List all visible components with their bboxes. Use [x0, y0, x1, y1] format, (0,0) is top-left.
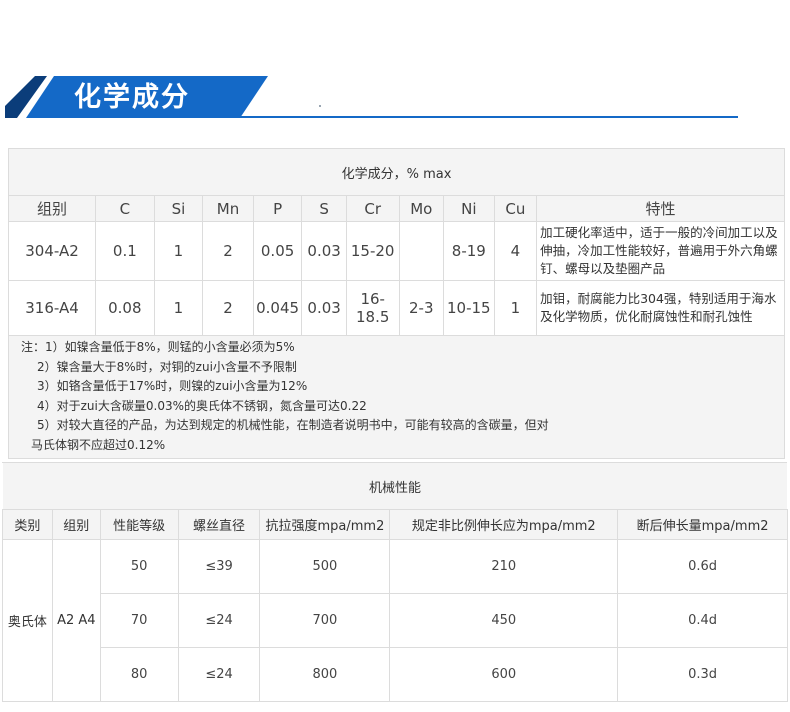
table-header-row: 类别 组别 性能等级 螺丝直径 抗拉强度mpa/mm2 规定非比例伸长应为mpa…: [2, 509, 788, 540]
note-line: 4）对于zui大含碳量0.03%的奥氏体不锈钢，氮含量可达0.22: [37, 398, 367, 413]
table-cell: ≤24: [177, 593, 261, 648]
table-caption: 化学成分，% max: [8, 148, 785, 196]
table-cell: 210: [389, 539, 619, 594]
notes-row: 注：1）如镍含量低于8%，则锰的小含量必须为5% 2）镍含量大于8%时，对铜的z…: [8, 335, 785, 459]
table-cell: 304-A2: [8, 221, 96, 281]
table-cell: 0.05: [252, 221, 303, 281]
table-cell: 8-19: [443, 221, 495, 281]
table-cell: 80: [99, 647, 179, 702]
table-cell: 0.08: [95, 280, 155, 336]
table-cell: 1: [493, 280, 538, 336]
table-cell: 4: [493, 221, 538, 281]
note-line: 5）对较大直径的产品，为达到规定的机械性能，在制造者说明书中，可能有较高的含碳量…: [37, 418, 549, 432]
notes-cell: 注：1）如镍含量低于8%，则锰的小含量必须为5% 2）镍含量大于8%时，对铜的z…: [8, 335, 785, 459]
column-header: 性能等级: [99, 509, 179, 540]
table-cell: 16-18.5: [345, 280, 400, 336]
category-cell: 奥氏体: [2, 539, 53, 702]
column-header: 组别: [8, 195, 96, 222]
table-cell: 0.03: [301, 221, 347, 281]
table-cell: 0.045: [252, 280, 303, 336]
table-cell: 600: [389, 647, 619, 702]
page-title: 化学成分: [74, 82, 190, 113]
mechanical-properties-table: 机械性能 类别 组别 性能等级 螺丝直径 抗拉强度mpa/mm2 规定非比例伸长…: [2, 462, 788, 702]
column-header: 螺丝直径: [177, 509, 261, 540]
column-header: 特性: [536, 195, 785, 222]
note-line: 3）如铬含量低于17%时，则镍的zui小含量为12%: [37, 379, 308, 393]
table-cell: 500: [259, 539, 391, 594]
table-cell: 2: [202, 221, 254, 281]
table-cell: 15-20: [345, 221, 400, 281]
table-row: 304-A2 0.1 1 2 0.05 0.03 15-20 8-19 4 加工…: [8, 221, 785, 281]
table-row: 316-A4 0.08 1 2 0.045 0.03 16-18.5 2-3 1…: [8, 280, 785, 336]
table-caption-row: 机械性能: [2, 462, 788, 510]
column-header: Mo: [398, 195, 445, 222]
table-row: 奥氏体 A2 A4 50 ≤39 500 210 0.6d: [2, 539, 788, 702]
table-row: 70 ≤24 700 450 0.4d: [3, 593, 788, 648]
group-cell: A2 A4: [51, 539, 101, 702]
table-cell: 1: [153, 280, 204, 336]
column-header: Si: [153, 195, 204, 222]
table-cell: 0.3d: [617, 647, 788, 702]
column-header: 类别: [2, 509, 53, 540]
table-cell: 316-A4: [8, 280, 96, 336]
table-cell: 0.4d: [617, 593, 788, 648]
table-header-row: 组别 C Si Mn P S Cr Mo Ni Cu 特性: [8, 195, 785, 222]
table-cell: 450: [389, 593, 619, 648]
column-header: Mn: [202, 195, 254, 222]
table-cell: ≤24: [177, 647, 261, 702]
chemical-composition-table: 化学成分，% max 组别 C Si Mn P S Cr Mo Ni Cu 特性…: [8, 148, 785, 459]
table-cell: [398, 221, 445, 281]
column-header: 断后伸长量mpa/mm2: [617, 509, 788, 540]
note-line: 2）镍含量大于8%时，对铜的zui小含量不予限制: [37, 359, 297, 374]
section-banner: 化学成分: [0, 0, 790, 130]
column-header: C: [95, 195, 155, 222]
table-cell: 0.03: [301, 280, 347, 336]
note-line: 马氏体钢不应超过0.12%: [31, 437, 166, 452]
table-caption-row: 化学成分，% max: [8, 148, 785, 196]
banner-dot: [319, 105, 321, 107]
table-cell: 700: [259, 593, 391, 648]
table-caption: 机械性能: [2, 462, 788, 510]
banner-underline: [240, 116, 738, 118]
property-cell: 加工硬化率适中，适于一般的冷间加工以及伸抽，冷加工性能较好，普遍用于外六角螺钉、…: [536, 221, 785, 281]
table-cell: 800: [259, 647, 391, 702]
column-header: 组别: [51, 509, 101, 540]
table-cell: 50: [99, 539, 179, 594]
note-line: 注：1）如镍含量低于8%，则锰的小含量必须为5%: [21, 340, 295, 354]
column-header: 规定非比例伸长应为mpa/mm2: [389, 509, 619, 540]
column-header: P: [252, 195, 303, 222]
column-header: Cu: [493, 195, 538, 222]
table-cell: 2-3: [398, 280, 445, 336]
column-header: S: [301, 195, 347, 222]
table-cell: 70: [99, 593, 179, 648]
table-cell: 10-15: [443, 280, 495, 336]
table-cell: ≤39: [177, 539, 261, 594]
property-cell: 加钼，耐腐能力比304强，特别适用于海水及化学物质，优化耐腐蚀性和耐孔蚀性: [536, 280, 785, 336]
table-cell: 2: [202, 280, 254, 336]
column-header: Cr: [345, 195, 400, 222]
table-cell: 1: [153, 221, 204, 281]
table-cell: 0.1: [95, 221, 155, 281]
table-row: 80 ≤24 800 600 0.3d: [3, 647, 788, 702]
column-header: Ni: [443, 195, 495, 222]
table-cell: 0.6d: [617, 539, 788, 594]
column-header: 抗拉强度mpa/mm2: [259, 509, 391, 540]
